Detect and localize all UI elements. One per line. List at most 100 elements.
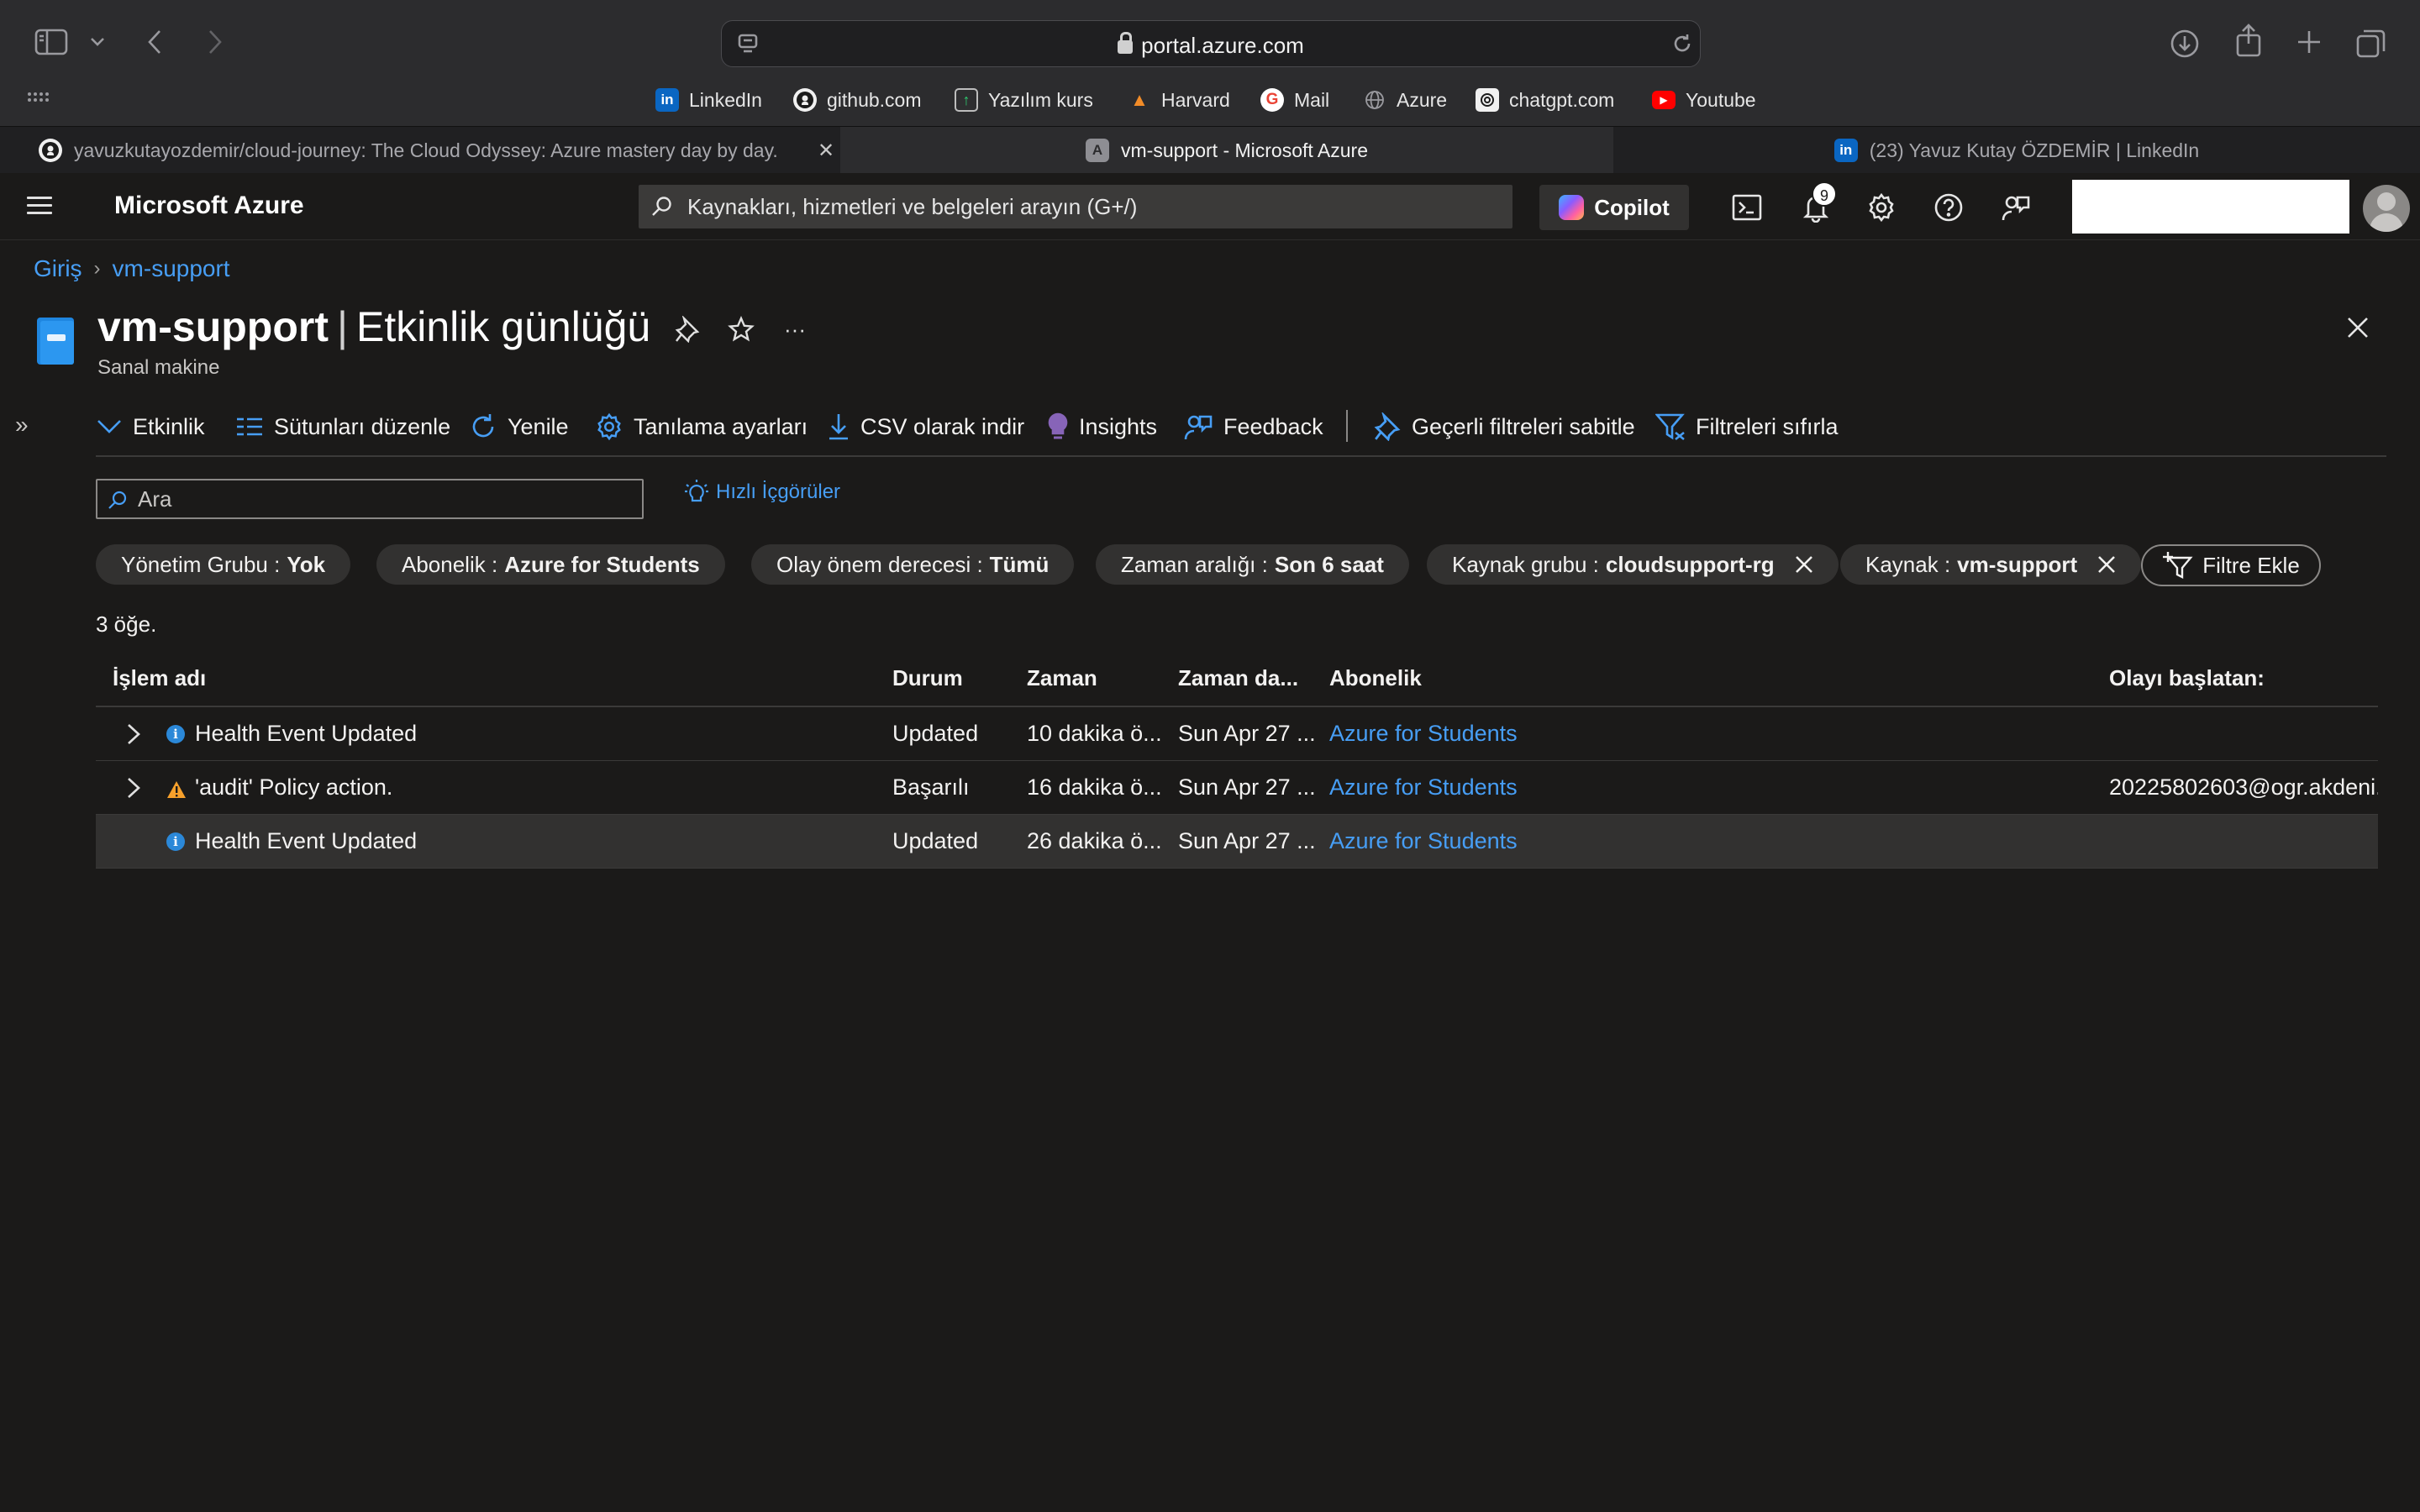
time-cell: 10 dakika ö... (1027, 721, 1162, 746)
diagnostic-settings-button[interactable]: Tanılama ayarları (595, 402, 808, 452)
favorite-azure[interactable]: Azure (1363, 84, 1447, 116)
filter-value: cloudsupport-rg (1605, 551, 1775, 577)
address-url: portal.azure.com (1141, 33, 1304, 58)
reload-icon[interactable] (1670, 31, 1695, 56)
remove-filter-icon[interactable] (1795, 555, 1813, 574)
subscription-link[interactable]: Azure for Students (1329, 721, 1518, 747)
chevron-down-icon (97, 420, 121, 433)
table-header: İşlem adı Durum Zaman Zaman da... Abonel… (96, 657, 2378, 707)
favorite-label: Yazılım kurs (988, 88, 1093, 111)
favorite-label: github.com (827, 88, 922, 111)
pin-icon[interactable] (671, 312, 704, 346)
close-icon[interactable] (2341, 311, 2375, 344)
page-title: vm-support | Etkinlik günlüğü (97, 302, 650, 351)
expand-menu-icon[interactable]: » (15, 412, 29, 438)
tab-linkedin[interactable]: in (23) Yavuz Kutay ÖZDEMİR | LinkedIn (1613, 127, 2420, 174)
favorite-chatgpt[interactable]: chatgpt.com (1476, 84, 1614, 116)
more-options-icon[interactable]: ··· (778, 312, 812, 346)
feedback-icon[interactable] (1998, 190, 2033, 225)
column-initiated-by[interactable]: Olayı başlatan: (2109, 665, 2265, 691)
favorite-youtube[interactable]: ▶ Youtube (1652, 84, 1756, 116)
activity-dropdown-button[interactable]: Etkinlik (96, 402, 205, 452)
table-row[interactable]: i Health Event Updated Updated 10 dakika… (96, 707, 2378, 761)
filter-resource[interactable]: Kaynak : vm-support (1840, 544, 2142, 585)
cmd-label: Etkinlik (133, 413, 205, 439)
status-cell: Updated (892, 721, 979, 746)
menu-icon[interactable] (27, 197, 52, 215)
tab-title: yavuzkutayozdemir/cloud-journey: The Clo… (74, 139, 778, 161)
feedback-button[interactable]: Feedback (1183, 402, 1323, 452)
favorite-harvard[interactable]: ▲ Harvard (1128, 84, 1230, 116)
lightbulb-icon (1048, 412, 1068, 439)
filter-key: Yönetim Grubu : (121, 551, 281, 577)
column-status[interactable]: Durum (892, 665, 963, 691)
back-icon[interactable] (139, 25, 170, 59)
timestamp-cell: Sun Apr 27 ... (1178, 774, 1316, 800)
favorite-label: Mail (1294, 88, 1330, 111)
column-subscription[interactable]: Abonelik (1329, 665, 1422, 691)
filter-event-severity[interactable]: Olay önem derecesi : Tümü (751, 544, 1075, 585)
filter-timespan[interactable]: Zaman aralığı : Son 6 saat (1096, 544, 1409, 585)
brand-title[interactable]: Microsoft Azure (114, 192, 304, 220)
cmd-label: Insights (1079, 413, 1158, 439)
favorite-label: LinkedIn (689, 88, 762, 111)
forward-icon[interactable] (200, 25, 230, 59)
add-filter-button[interactable]: Filtre Ekle (2141, 544, 2321, 586)
search-field[interactable] (96, 479, 644, 519)
filter-management-group[interactable]: Yönetim Grubu : Yok (96, 544, 351, 585)
address-bar[interactable]: portal.azure.com (721, 20, 1701, 67)
favorite-star-icon[interactable] (724, 312, 758, 346)
avatar[interactable] (2363, 185, 2410, 232)
filter-resource-group[interactable]: Kaynak grubu : cloudsupport-rg (1427, 544, 1839, 585)
tab-bar: yavuzkutayozdemir/cloud-journey: The Clo… (0, 126, 2420, 174)
edit-columns-button[interactable]: Sütunları düzenle (235, 402, 450, 452)
breadcrumb-resource[interactable]: vm-support (113, 255, 230, 282)
account-info[interactable] (2072, 180, 2349, 234)
refresh-button[interactable]: Yenile (469, 402, 569, 452)
table-row[interactable]: 'audit' Policy action. Başarılı 16 dakik… (96, 761, 2378, 815)
quick-insights-link[interactable]: Hızlı İçgörüler (684, 477, 840, 507)
favorite-yazilim-kurs[interactable]: ↑ Yazılım kurs (955, 84, 1093, 116)
insights-button[interactable]: Insights (1047, 402, 1157, 452)
expand-row-icon[interactable] (126, 722, 141, 752)
breadcrumb-home[interactable]: Giriş (34, 255, 82, 282)
filter-key: Zaman aralığı : (1121, 551, 1268, 577)
copilot-button[interactable]: Copilot (1539, 185, 1689, 230)
download-csv-button[interactable]: CSV olarak indir (827, 402, 1024, 452)
downloads-icon[interactable] (2166, 25, 2203, 62)
favorite-linkedin[interactable]: in LinkedIn (655, 84, 762, 116)
pin-filters-button[interactable]: Geçerli filtreleri sabitle (1373, 402, 1635, 452)
copilot-label: Copilot (1594, 194, 1670, 220)
global-search[interactable] (639, 185, 1512, 228)
tab-github[interactable]: yavuzkutayozdemir/cloud-journey: The Clo… (39, 127, 879, 174)
subscription-link[interactable]: Azure for Students (1329, 774, 1518, 801)
github-icon (39, 139, 62, 162)
sidebar-toggle-icon[interactable] (32, 25, 71, 59)
share-icon[interactable] (2230, 22, 2267, 59)
search-input[interactable] (138, 480, 634, 517)
cloud-shell-icon[interactable] (1729, 190, 1765, 225)
tab-overview-icon[interactable] (2353, 25, 2390, 62)
favorite-mail[interactable]: G Mail (1260, 84, 1329, 116)
column-timestamp[interactable]: Zaman da... (1178, 665, 1298, 691)
subscription-link[interactable]: Azure for Students (1329, 828, 1518, 854)
help-icon[interactable] (1931, 190, 1966, 225)
cmd-label: Tanılama ayarları (634, 413, 808, 439)
settings-icon[interactable] (1864, 190, 1899, 225)
reset-filters-button[interactable]: Filtreleri sıfırla (1655, 402, 1839, 452)
new-tab-icon[interactable] (2292, 25, 2326, 59)
tab-close-icon[interactable]: ✕ (813, 127, 839, 174)
linkedin-icon: in (655, 88, 679, 112)
column-time[interactable]: Zaman (1027, 665, 1097, 691)
title-separator: | (337, 303, 348, 350)
favorite-github[interactable]: github.com (793, 84, 922, 116)
table-row[interactable]: i Health Event Updated Updated 26 dakika… (96, 815, 2378, 869)
chevron-down-icon[interactable] (87, 30, 108, 54)
address-text: portal.azure.com (722, 32, 1700, 59)
tab-azure[interactable]: A vm-support - Microsoft Azure (840, 127, 1613, 174)
global-search-input[interactable] (687, 185, 1494, 228)
column-operation-name[interactable]: İşlem adı (113, 665, 206, 691)
expand-row-icon[interactable] (126, 776, 141, 806)
filter-subscription[interactable]: Abonelik : Azure for Students (376, 544, 725, 585)
remove-filter-icon[interactable] (2097, 555, 2116, 574)
